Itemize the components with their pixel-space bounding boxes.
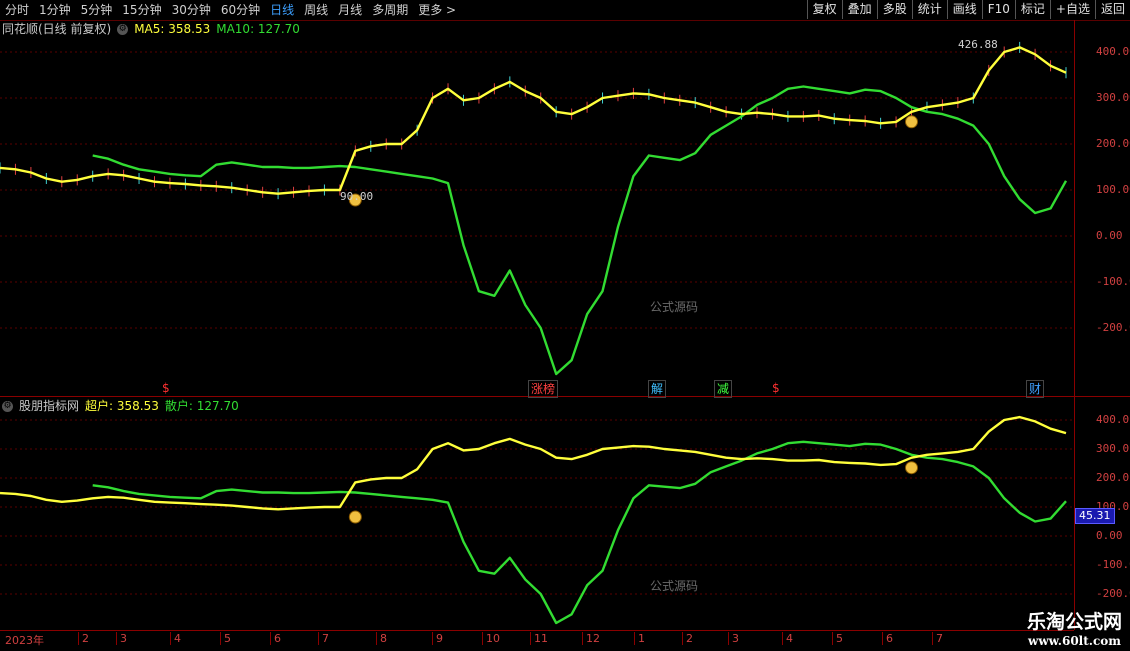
x-tick-label: 1: [634, 632, 645, 645]
money-bag-icon: [348, 510, 362, 524]
x-axis: 2023年 2 3 4 5 6 7 8 9 10 11 12 1 2 3 4 5 6 7: [0, 630, 1074, 651]
super-label: 超户: 358.53: [85, 399, 159, 413]
event-marker[interactable]: $: [160, 380, 172, 396]
y-axis-divider: [1074, 20, 1075, 630]
x-tick-label: 4: [782, 632, 793, 645]
y-tick-label: 0.00: [1096, 529, 1123, 542]
ma10-line: [92, 85, 1068, 376]
x-tick-label: 10: [482, 632, 500, 645]
brand-name: 乐淘公式网: [1026, 611, 1122, 633]
sub-panel-title: 股朋指标网: [19, 399, 80, 413]
toolbar-button[interactable]: 返回: [1094, 0, 1130, 19]
retail-line: [92, 440, 1067, 625]
chart-canvas: [0, 41, 1074, 625]
y-tick-label: 300.00: [1096, 91, 1130, 104]
x-tick-label: 11: [530, 632, 548, 645]
retail-label: 散户: 127.70: [164, 399, 239, 413]
x-tick-label: 2: [682, 632, 693, 645]
y-tick-label: 300.0: [1096, 442, 1130, 455]
x-tick-label: 6: [882, 632, 893, 645]
y-tick-label: 0.00: [1096, 229, 1123, 242]
y-tick-label: 400.00: [1096, 45, 1130, 58]
event-marker[interactable]: $: [770, 380, 782, 396]
settings-icon[interactable]: ⚙: [2, 400, 13, 412]
event-marker[interactable]: 财: [1026, 380, 1045, 398]
x-tick-label: 12: [582, 632, 600, 645]
event-marker[interactable]: 涨榜: [528, 380, 559, 398]
x-tick-label: 7: [318, 632, 329, 645]
y-tick-label: 200.0: [1096, 471, 1130, 484]
x-tick-label: 3: [116, 632, 127, 645]
x-tick-label: 2023年: [5, 634, 44, 647]
y-tick-label: -100.0: [1096, 558, 1130, 571]
y-tick-label: -200.0: [1096, 587, 1130, 600]
y-tick-label: -100.0: [1096, 275, 1130, 288]
x-tick-label: 5: [832, 632, 843, 645]
money-bag-icon: [905, 115, 919, 129]
event-marker[interactable]: 减: [714, 380, 733, 398]
y-tick-label: 200.00: [1096, 137, 1130, 150]
y-tick-label: -200.0: [1096, 321, 1130, 334]
high-price-marker: 426.88: [958, 38, 998, 51]
x-tick-label: 3: [728, 632, 739, 645]
y-tick-label: 400.0: [1096, 413, 1130, 426]
x-tick-label: 7: [932, 632, 943, 645]
y-tick-label: 100.00: [1096, 183, 1130, 196]
x-tick-label: 8: [376, 632, 387, 645]
current-value-badge: 45.31: [1075, 508, 1115, 524]
event-marker[interactable]: 解: [648, 380, 667, 398]
low-price-marker: 90.00: [340, 190, 374, 203]
x-tick-label: 2: [78, 632, 89, 645]
brand-url: www.60lt.com: [1028, 634, 1121, 648]
money-bag-icon: [905, 461, 919, 475]
x-tick-label: 5: [220, 632, 231, 645]
x-tick-label: 4: [170, 632, 181, 645]
sub-panel-title-bar: ⚙ 股朋指标网 超户: 358.53 散户: 127.70: [2, 398, 239, 414]
main-watermark: 公式源码: [650, 300, 699, 314]
x-tick-label: 9: [432, 632, 443, 645]
brand-watermark: 乐淘公式网 www.60lt.com: [1027, 607, 1122, 648]
sub-watermark: 公式源码: [650, 579, 699, 593]
x-tick-label: 6: [270, 632, 281, 645]
